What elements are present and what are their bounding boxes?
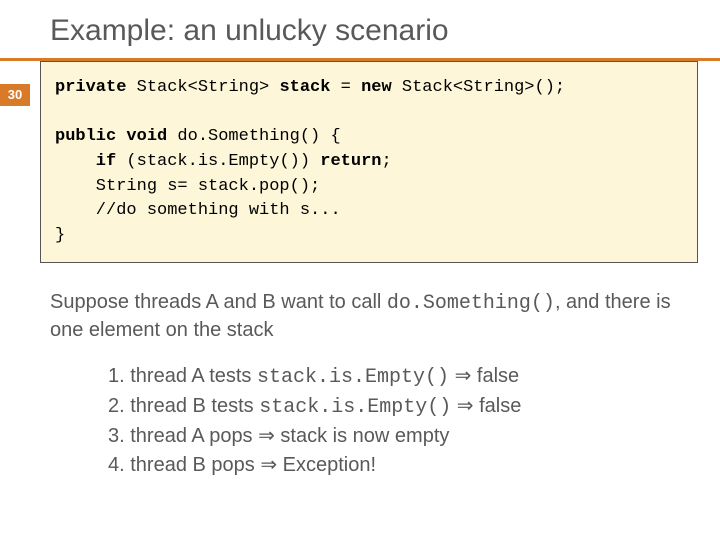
code-text: ; bbox=[381, 152, 391, 171]
list-item: 1. thread A tests stack.is.Empty() ⇒ fal… bbox=[108, 362, 720, 392]
list-item: 2. thread B tests stack.is.Empty() ⇒ fal… bbox=[108, 392, 720, 422]
code-kw: stack bbox=[279, 78, 330, 97]
code-kw: return bbox=[320, 152, 381, 171]
code-kw: if bbox=[55, 152, 116, 171]
step-code: stack.is.Empty() bbox=[257, 366, 449, 389]
step-code: stack.is.Empty() bbox=[259, 396, 451, 419]
code-text: do.Something() { bbox=[167, 127, 340, 146]
code-text: } bbox=[55, 226, 65, 245]
code-block: private Stack<String> stack = new Stack<… bbox=[40, 61, 698, 263]
step-text: ⇒ false bbox=[449, 365, 519, 387]
body-text: Suppose threads A and B want to call bbox=[50, 291, 387, 313]
code-text: Stack<String>(); bbox=[392, 78, 565, 97]
body-code: do.Something() bbox=[387, 292, 555, 315]
body-paragraph: Suppose threads A and B want to call do.… bbox=[50, 289, 680, 344]
list-item: 3. thread A pops ⇒ stack is now empty bbox=[108, 422, 720, 451]
code-text: //do something with s... bbox=[55, 201, 341, 220]
page-number: 30 bbox=[0, 84, 30, 106]
step-text: 4. thread B pops ⇒ Exception! bbox=[108, 454, 376, 476]
code-kw: private bbox=[55, 78, 126, 97]
step-text: 2. thread B tests bbox=[108, 395, 259, 417]
title-region: Example: an unlucky scenario bbox=[0, 0, 720, 58]
code-text: Stack<String> bbox=[126, 78, 279, 97]
step-text: 1. thread A tests bbox=[108, 365, 257, 387]
steps-list: 1. thread A tests stack.is.Empty() ⇒ fal… bbox=[108, 362, 720, 480]
code-text: = bbox=[330, 78, 361, 97]
slide-title: Example: an unlucky scenario bbox=[50, 14, 720, 48]
code-kw: public void bbox=[55, 127, 167, 146]
code-kw: new bbox=[361, 78, 392, 97]
step-text: ⇒ false bbox=[451, 395, 521, 417]
list-item: 4. thread B pops ⇒ Exception! bbox=[108, 451, 720, 480]
step-text: 3. thread A pops ⇒ stack is now empty bbox=[108, 425, 449, 447]
code-text: (stack.is.Empty()) bbox=[116, 152, 320, 171]
code-text: String s= stack.pop(); bbox=[55, 177, 320, 196]
